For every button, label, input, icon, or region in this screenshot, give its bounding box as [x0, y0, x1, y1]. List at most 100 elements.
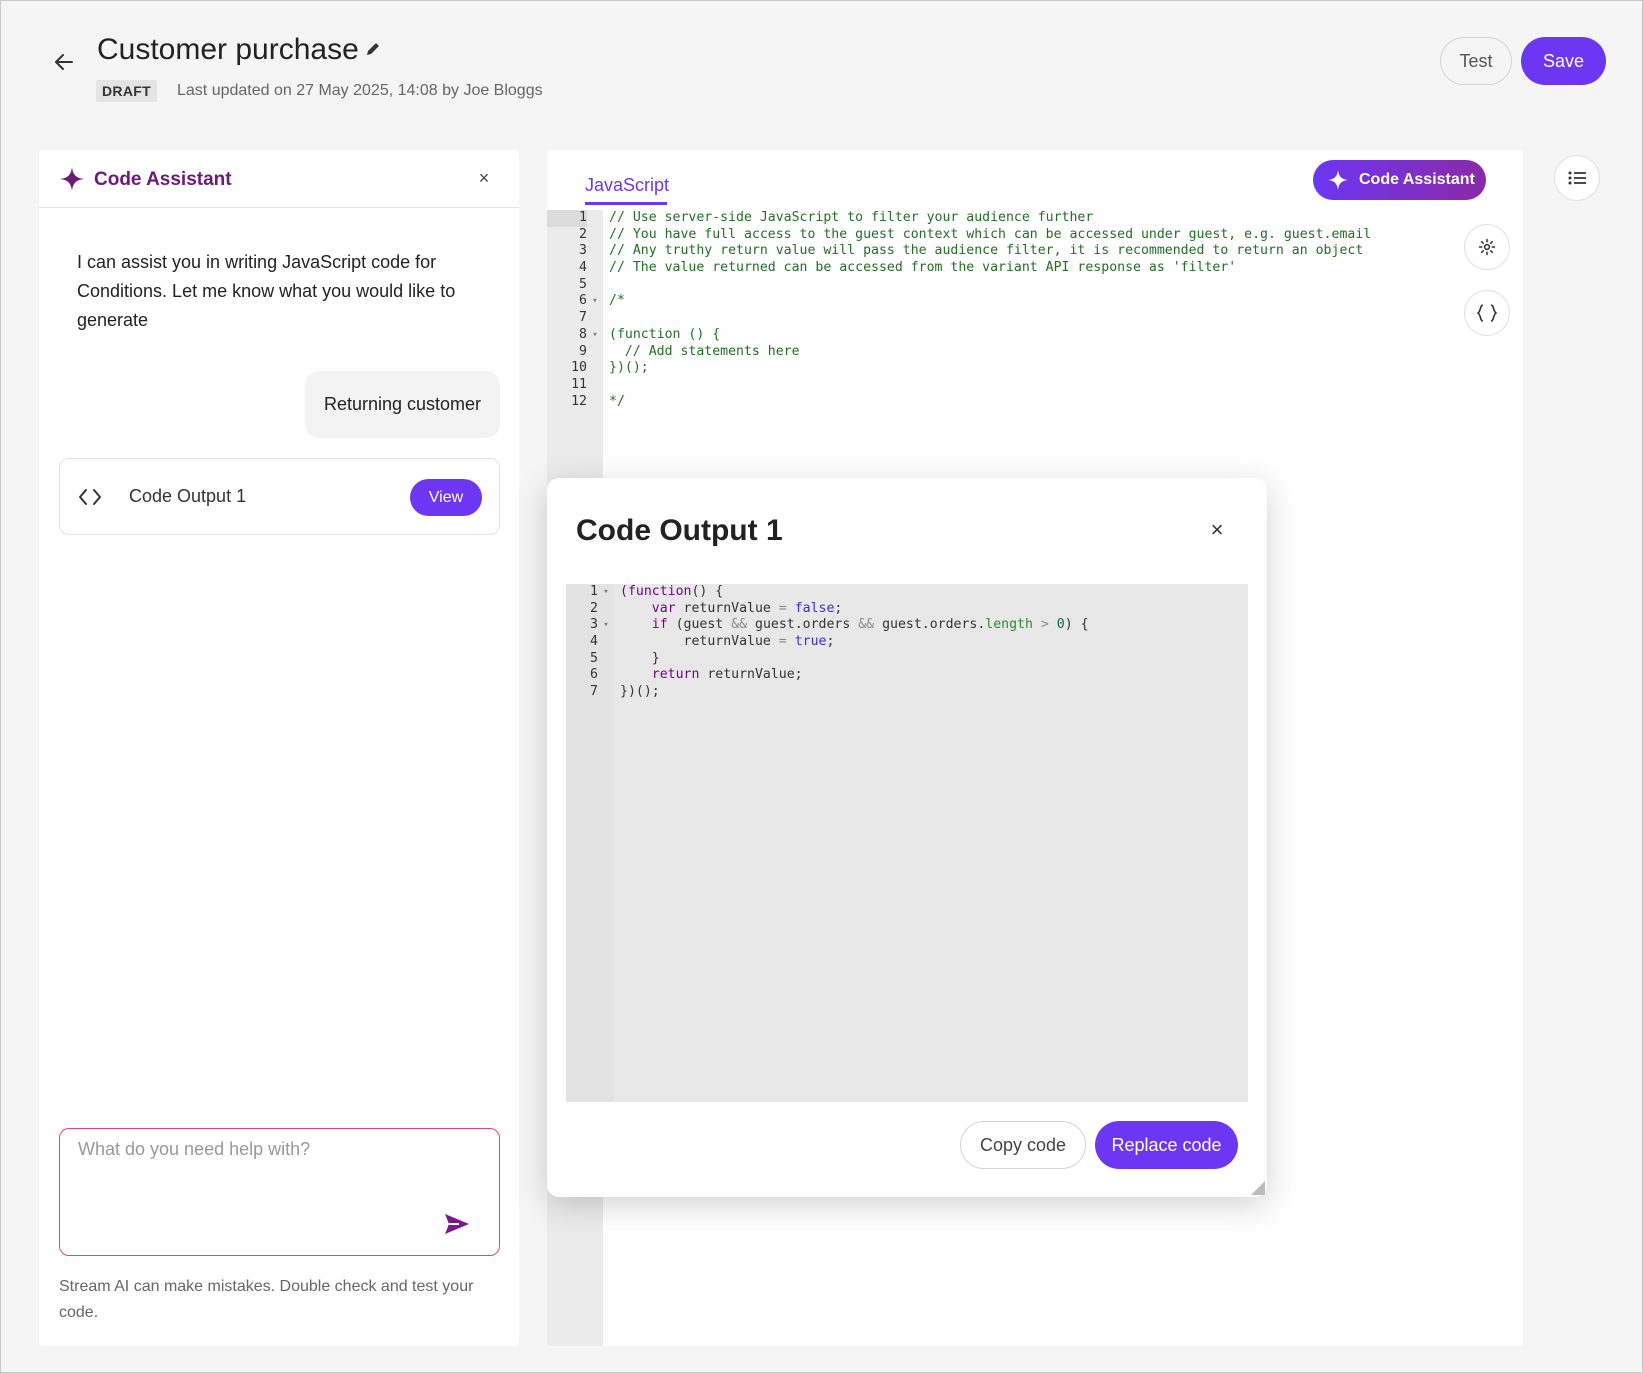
fold-marker	[587, 243, 603, 260]
app-window: Customer purchase DRAFT Last updated on …	[0, 0, 1643, 1373]
code-line: 3 ▾ if (guest && guest.orders && guest.or…	[566, 617, 1089, 634]
fold-marker	[587, 210, 603, 227]
code-token: guest.orders	[747, 617, 859, 633]
code-assistant-button-label: Code Assistant	[1359, 171, 1475, 188]
code-token: &&	[731, 617, 748, 633]
code-line: 11	[547, 377, 1523, 394]
line-number: 1	[590, 584, 598, 599]
fold-marker: ▾	[603, 587, 609, 597]
code-line: 3 // Any truthy return value will pass th…	[547, 243, 1523, 260]
user-message: Returning customer	[305, 371, 500, 438]
code-text: // The value returned can be accessed fr…	[609, 260, 1237, 276]
editor-code[interactable]: 1 // Use server-side JavaScript to filter…	[547, 210, 1523, 410]
line-number: 4	[590, 634, 598, 650]
code-line: 4 // The value returned can be accessed f…	[547, 260, 1523, 277]
code-text: (function () {	[609, 326, 721, 342]
code-line: 10})();	[547, 360, 1523, 377]
resize-handle-icon[interactable]	[1251, 1181, 1265, 1195]
line-number: 11	[571, 376, 587, 392]
code-line: 9 // Add statements here	[547, 344, 1523, 361]
arrow-left-icon	[55, 54, 73, 70]
code-line: 4 returnValue = true;	[566, 634, 1089, 651]
edit-title-button[interactable]	[365, 41, 385, 61]
code-line: 7	[547, 310, 1523, 327]
code-token: &&	[858, 617, 875, 633]
fold-marker: ▾	[592, 329, 598, 340]
code-token: true	[794, 634, 827, 650]
code-output-modal: Code Output 1 × 1 ▾ (function() {2 var ret…	[547, 478, 1267, 1197]
code-token: 0	[1056, 617, 1065, 633]
replace-code-button[interactable]: Replace code	[1095, 1121, 1238, 1169]
tab-javascript[interactable]: JavaScript	[585, 175, 669, 205]
code-token: (guest	[667, 617, 732, 633]
ai-disclaimer: Stream AI can make mistakes. Double chec…	[59, 1278, 474, 1321]
line-number: 3	[579, 243, 587, 259]
close-modal-button[interactable]: ×	[1205, 517, 1229, 542]
format-code-button[interactable]	[1464, 290, 1510, 336]
list-icon	[1568, 171, 1586, 185]
code-text: // Any truthy return value will pass the…	[609, 243, 1364, 259]
code-line: 5	[547, 277, 1523, 294]
code-token: returnValue;	[699, 667, 803, 683]
code-token: returnValue	[620, 634, 779, 650]
outline-button[interactable]	[1554, 155, 1600, 201]
code-token: =	[778, 600, 787, 616]
code-line: 2 var returnValue = false;	[566, 601, 1089, 618]
code-token: var	[651, 600, 676, 616]
close-assistant-button[interactable]: ×	[473, 167, 495, 189]
last-updated-text: Last updated on 27 May 2025, 14:08 by Jo…	[177, 82, 543, 99]
save-button[interactable]: Save	[1521, 37, 1606, 85]
prompt-input[interactable]	[78, 1139, 478, 1219]
sparkle-icon	[1327, 169, 1349, 191]
code-line: 1 ▾ (function() {	[566, 584, 1089, 601]
braces-icon	[1477, 304, 1497, 322]
fold-marker	[587, 344, 603, 361]
page-title: Customer purchase	[97, 33, 359, 66]
generated-code-view[interactable]: 1 ▾ (function() {2 var returnValue = false…	[566, 584, 1248, 1102]
settings-button[interactable]	[1464, 224, 1510, 270]
fold-marker	[587, 360, 603, 377]
line-number: 7	[590, 684, 598, 700]
line-number: 8	[579, 326, 587, 342]
gear-icon	[1478, 238, 1496, 256]
code-line: 12 */	[547, 394, 1523, 411]
copy-code-button[interactable]: Copy code	[960, 1121, 1086, 1169]
back-button[interactable]	[51, 49, 77, 75]
fold-marker	[587, 394, 603, 411]
fold-marker	[587, 260, 603, 277]
assistant-header: Code Assistant ×	[39, 150, 519, 208]
code-token: if	[651, 617, 668, 633]
code-text: (function() {	[614, 584, 723, 601]
code-token: >	[1040, 617, 1049, 633]
line-number: 1	[547, 210, 587, 227]
send-button[interactable]	[442, 1209, 472, 1239]
code-text: // Use server-side JavaScript to filter …	[609, 210, 1094, 225]
fold-marker	[598, 651, 614, 668]
code-token: false	[794, 600, 835, 616]
line-number: 3	[590, 617, 598, 633]
code-token: () {	[691, 584, 724, 599]
code-text: /*	[609, 293, 625, 309]
fold-marker	[598, 601, 614, 618]
view-output-button[interactable]: View	[410, 479, 482, 516]
code-token: return	[651, 667, 700, 683]
code-text: if (guest && guest.orders && guest.order…	[614, 617, 1089, 634]
sparkle-icon	[60, 167, 84, 191]
code-brackets-icon	[79, 489, 101, 505]
code-line: 5 }	[566, 651, 1089, 668]
line-number: 10	[571, 360, 587, 376]
code-assistant-button[interactable]: Code Assistant	[1313, 160, 1486, 200]
fold-marker	[598, 634, 614, 651]
code-line: 7})();	[566, 684, 1089, 701]
modal-title: Code Output 1	[576, 514, 783, 547]
code-token: ;	[826, 634, 835, 650]
code-token: =	[778, 634, 787, 650]
code-output-label: Code Output 1	[129, 486, 247, 506]
test-button[interactable]: Test	[1440, 37, 1512, 85]
code-token: ;	[834, 600, 843, 616]
code-text: var returnValue = false;	[614, 600, 843, 618]
